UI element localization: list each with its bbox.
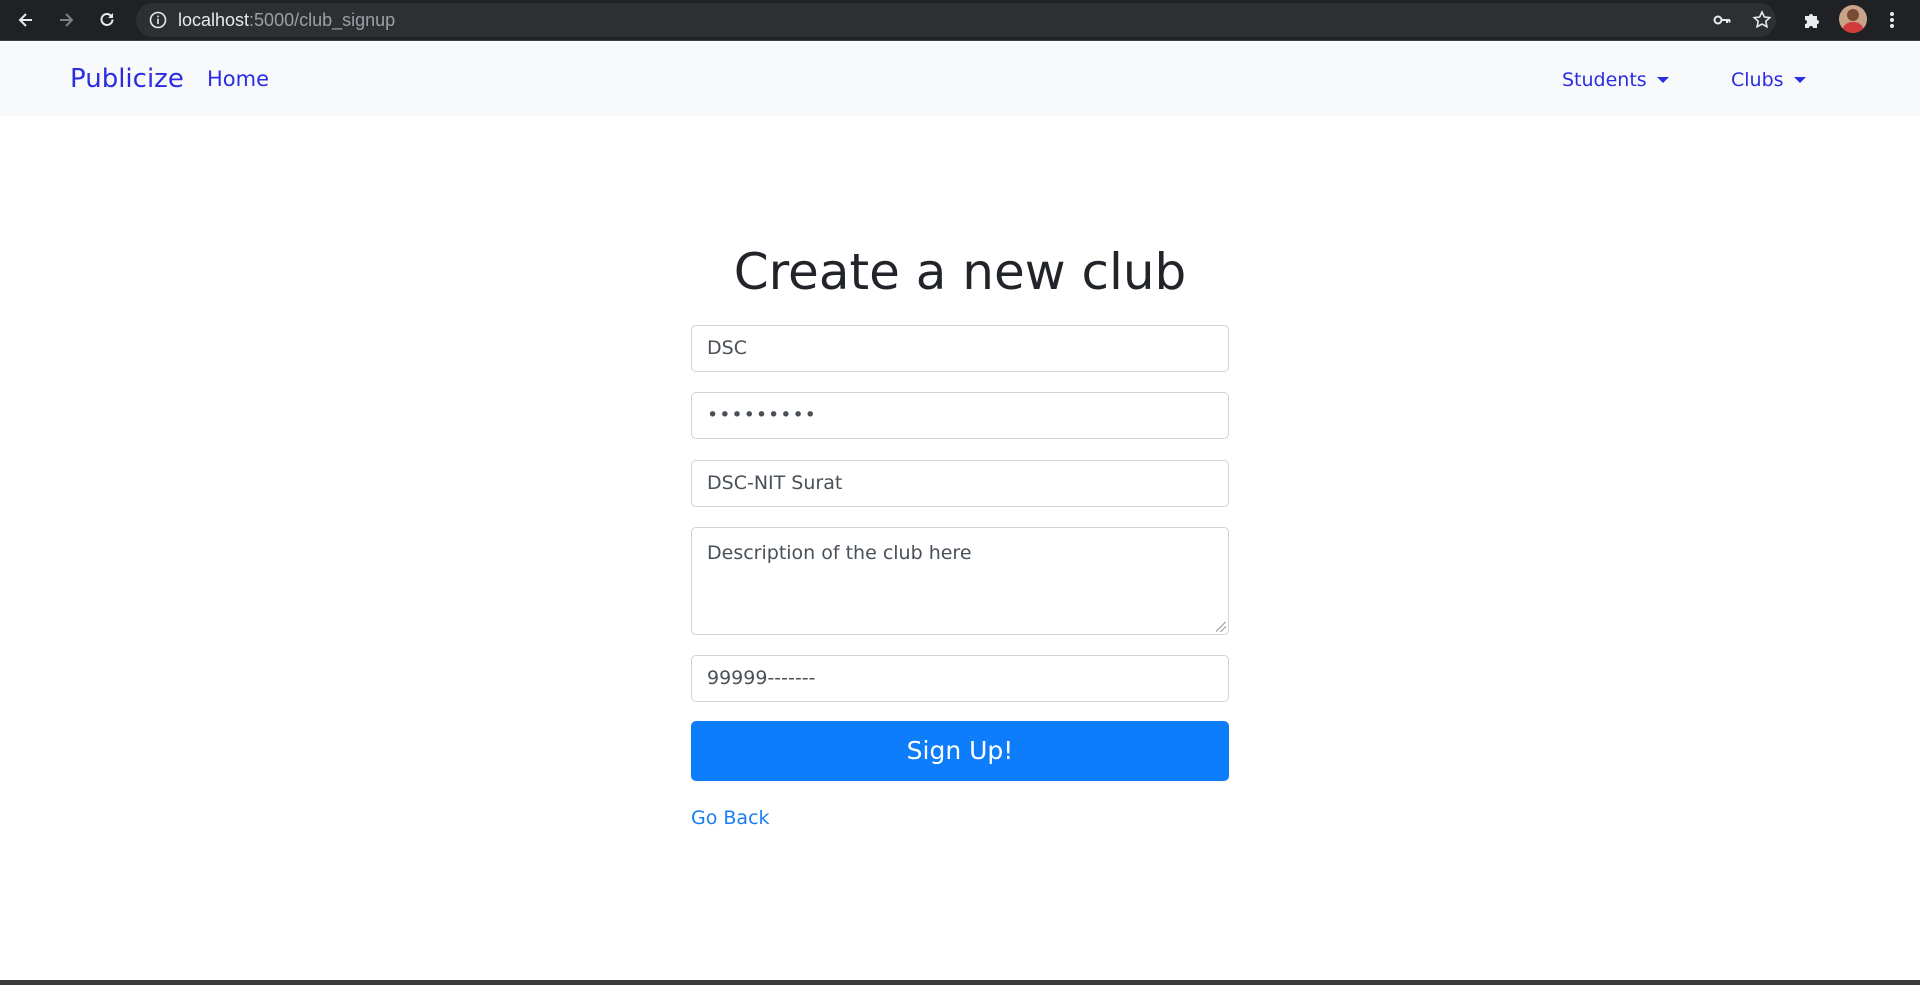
avatar-shirt [1842, 22, 1864, 33]
go-back-link[interactable]: Go Back [691, 804, 770, 832]
password-input[interactable]: ••••••••• [691, 392, 1229, 439]
address-url: localhost:5000/club_signup [178, 6, 395, 34]
display-name-value: DSC-NIT Surat [707, 472, 843, 494]
display-name-input[interactable]: DSC-NIT Surat [691, 460, 1229, 507]
club-name-input[interactable]: DSC [691, 325, 1229, 372]
key-icon[interactable] [1708, 6, 1736, 34]
password-mask: ••••••••• [707, 404, 817, 426]
brand-link[interactable]: Publicize [70, 61, 184, 97]
clubs-dropdown-label: Clubs [1731, 69, 1784, 91]
description-value: Description of the club here [707, 542, 972, 564]
students-dropdown[interactable]: Students [1562, 66, 1669, 94]
resize-grip-icon[interactable] [1216, 622, 1226, 632]
forward-arrow-icon[interactable] [52, 6, 80, 34]
reload-icon[interactable] [93, 6, 121, 34]
back-arrow-icon[interactable] [12, 6, 40, 34]
extensions-puzzle-icon[interactable] [1798, 6, 1826, 34]
page-title: Create a new club [733, 243, 1187, 301]
avatar-face [1847, 9, 1859, 21]
site-info-icon[interactable] [144, 6, 172, 34]
sign-up-button[interactable]: Sign Up! [691, 721, 1229, 781]
caret-down-icon [1656, 77, 1669, 83]
caret-down-icon [1793, 77, 1806, 83]
club-name-value: DSC [707, 337, 747, 359]
phone-value: 99999------- [707, 667, 816, 689]
bookmark-star-icon[interactable] [1748, 6, 1776, 34]
bottom-edge [0, 980, 1920, 985]
profile-avatar[interactable] [1839, 5, 1867, 33]
url-host: localhost [178, 10, 250, 30]
phone-input[interactable]: 99999------- [691, 655, 1229, 702]
url-path: :5000/club_signup [249, 10, 396, 30]
nav-home-link[interactable]: Home [207, 64, 269, 94]
more-vertical-icon[interactable] [1878, 6, 1906, 34]
clubs-dropdown[interactable]: Clubs [1731, 66, 1806, 94]
description-textarea[interactable]: Description of the club here [691, 527, 1229, 635]
students-dropdown-label: Students [1562, 69, 1647, 91]
site-navbar: Publicize Home Students Clubs [0, 41, 1920, 116]
browser-toolbar: localhost:5000/club_signup [0, 0, 1920, 40]
